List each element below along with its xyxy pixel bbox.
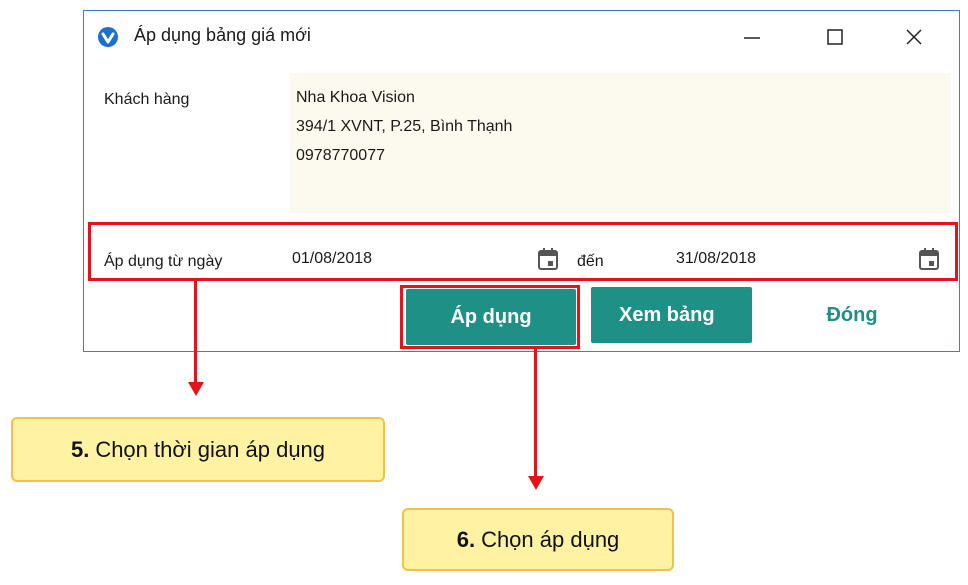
arrow-to-step6 <box>534 349 537 476</box>
title-bar: Áp dụng bảng giá mới <box>84 11 959 61</box>
step5-number: 5. <box>70 436 90 462</box>
step6-callout: 6. Chọn áp dụng <box>402 508 674 571</box>
customer-label: Khách hàng <box>104 91 190 108</box>
arrow-head-step6 <box>528 476 544 490</box>
step5-text: Chọn thời gian áp dụng <box>95 436 326 462</box>
customer-info-box: Nha Khoa Vision 394/1 XVNT, P.25, Bình T… <box>290 73 951 213</box>
customer-address: 394/1 XVNT, P.25, Bình Thạnh <box>296 118 513 135</box>
maximize-icon <box>827 29 843 45</box>
arrow-to-step5 <box>194 281 197 382</box>
date-range-highlight <box>88 222 958 281</box>
app-logo-icon <box>98 27 118 47</box>
step5-callout: 5. Chọn thời gian áp dụng <box>11 417 385 482</box>
step6-text: Chọn áp dụng <box>481 526 620 552</box>
close-window-button[interactable] <box>894 21 934 53</box>
customer-phone: 0978770077 <box>296 147 385 164</box>
close-button[interactable]: Đóng <box>784 287 920 343</box>
window-title: Áp dụng bảng giá mới <box>134 25 311 45</box>
customer-name: Nha Khoa Vision <box>296 89 415 106</box>
apply-button-highlight <box>400 285 580 349</box>
minimize-icon <box>744 37 760 39</box>
step6-number: 6. <box>456 526 476 552</box>
view-price-list-button[interactable]: Xem bảng <box>591 287 752 343</box>
close-icon <box>906 29 922 45</box>
minimize-button[interactable] <box>732 21 772 53</box>
arrow-head-step5 <box>188 382 204 396</box>
maximize-button[interactable] <box>815 21 855 53</box>
